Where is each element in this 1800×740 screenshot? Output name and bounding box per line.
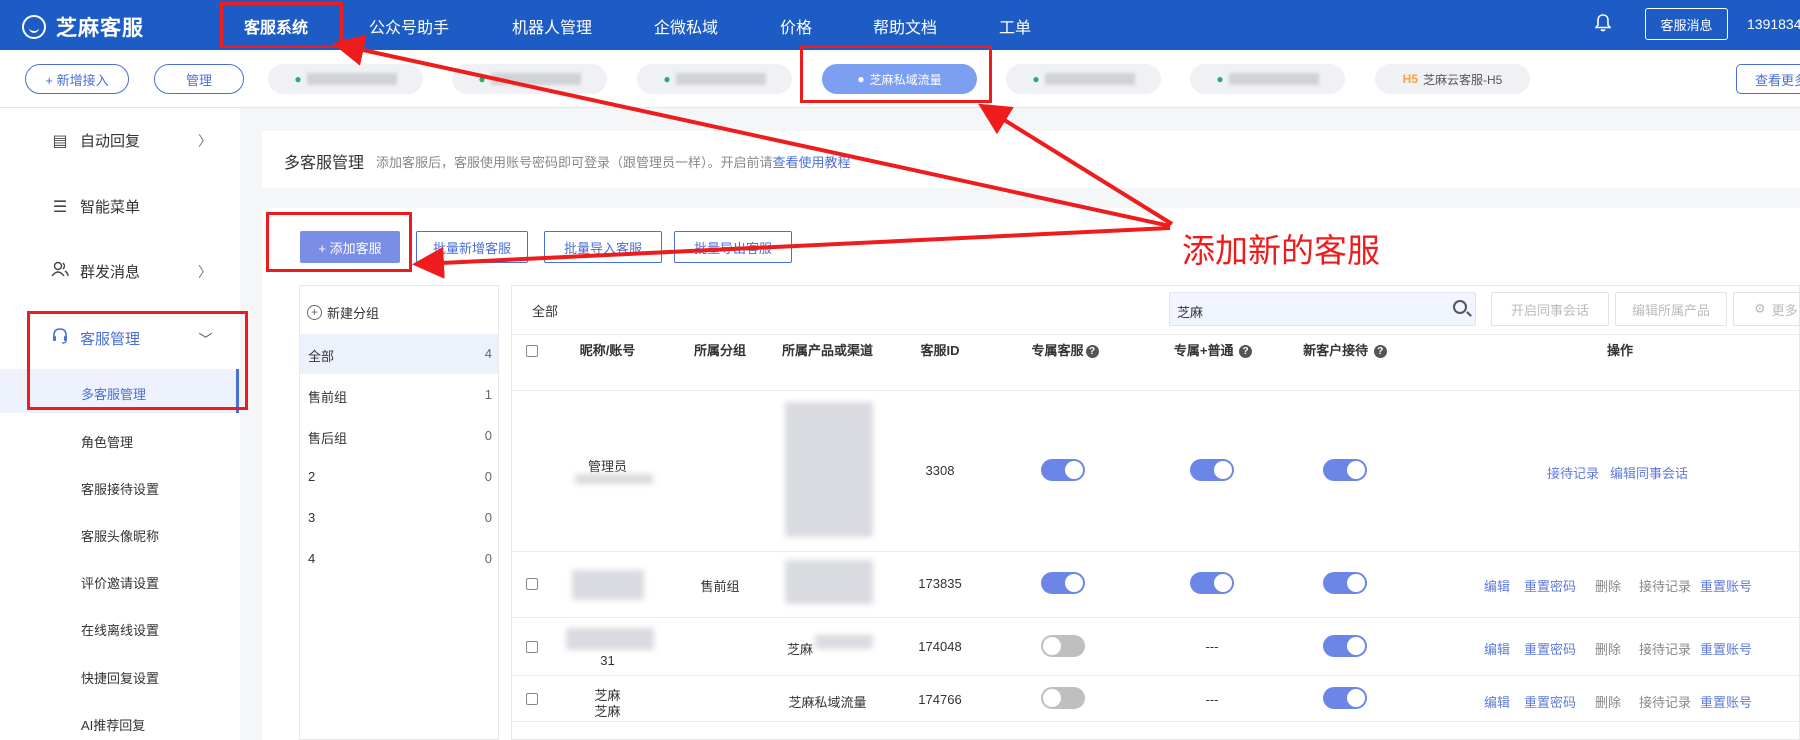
annotation-arrows — [332, 34, 1174, 279]
